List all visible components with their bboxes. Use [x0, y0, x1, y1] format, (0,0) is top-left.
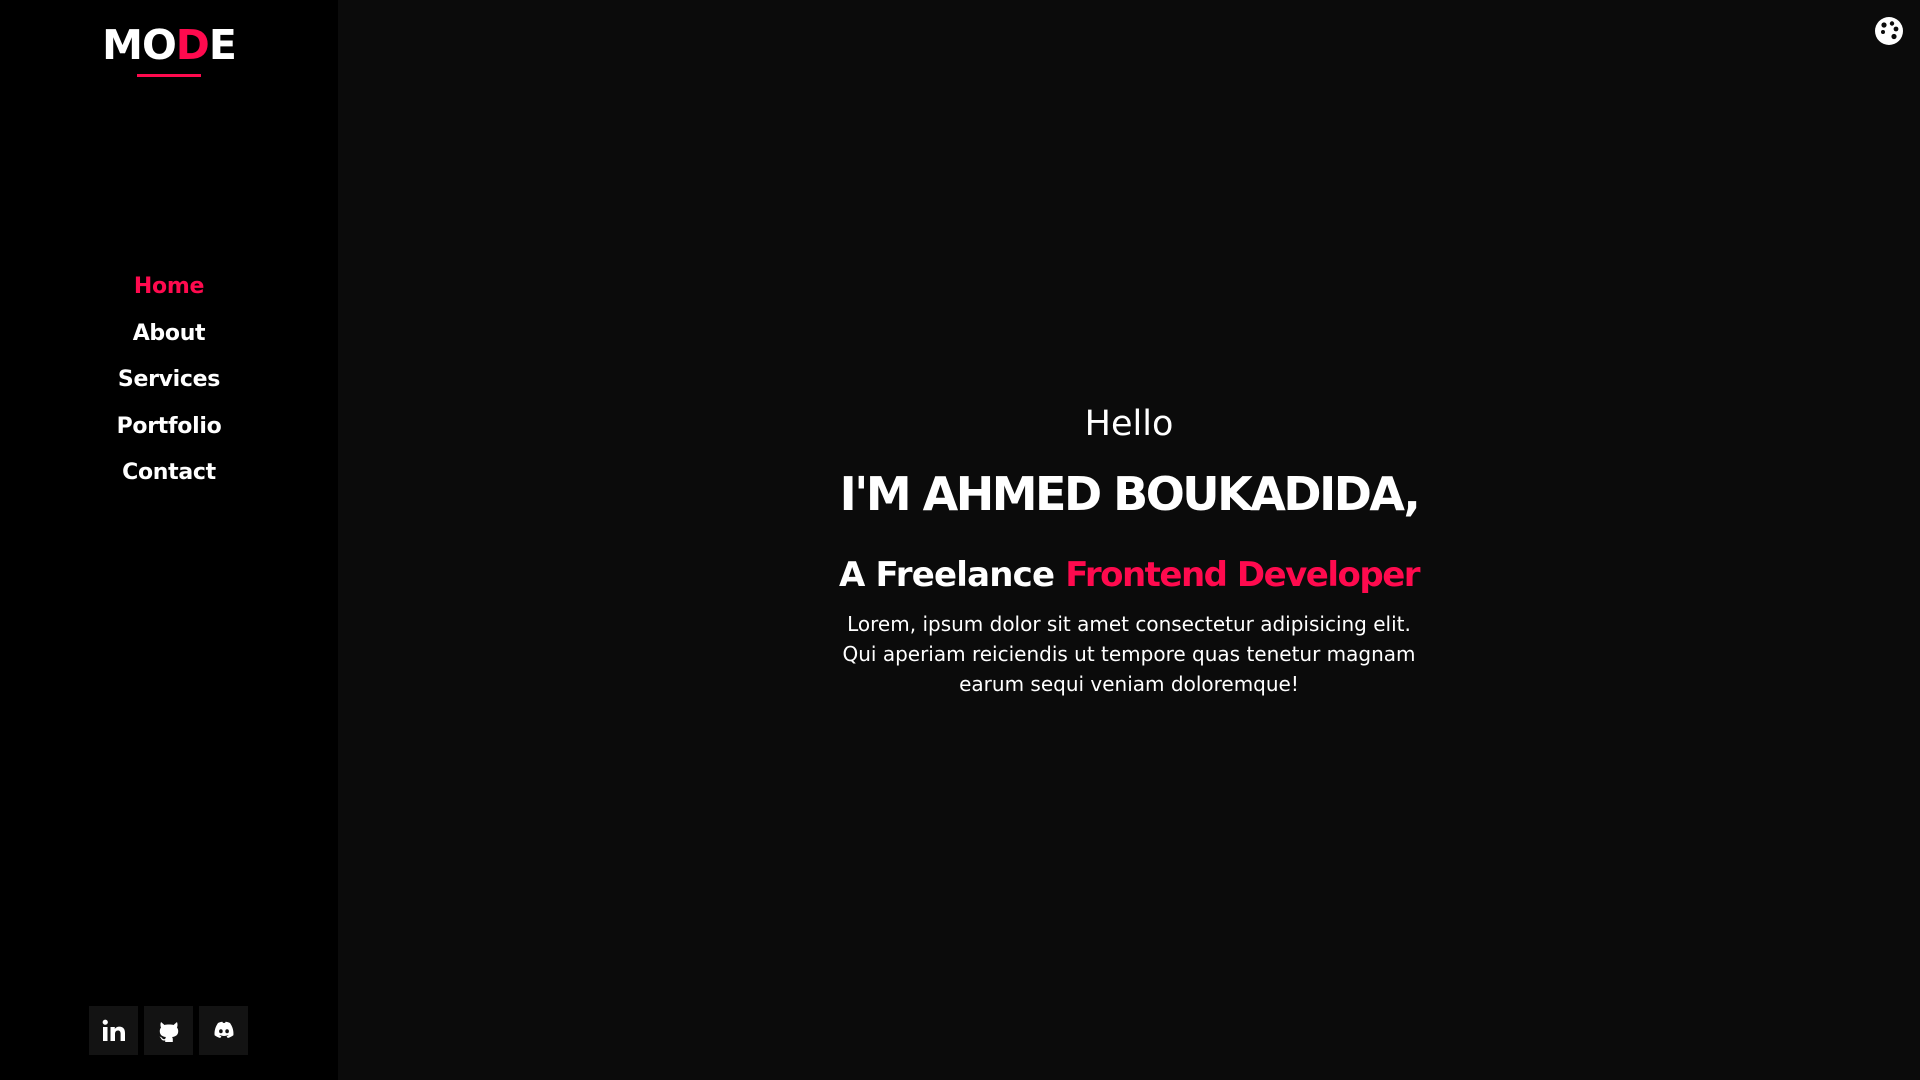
role-highlight: Frontend Developer [1065, 555, 1420, 595]
linkedin-icon [101, 1018, 127, 1044]
github-icon [157, 1019, 181, 1043]
main-nav: Home About Services Portfolio Contact [0, 268, 338, 501]
nav-item-home[interactable]: Home [0, 268, 338, 315]
nav-item-services[interactable]: Services [0, 361, 338, 408]
logo-underline [137, 74, 201, 77]
logo-text-end: E [208, 21, 237, 69]
logo-text-start: MO [102, 21, 177, 69]
discord-icon [211, 1020, 237, 1042]
nav-item-portfolio[interactable]: Portfolio [0, 408, 338, 455]
nav-item-about[interactable]: About [0, 315, 338, 362]
hero-name: I'M AHMED BOUKADIDA, [839, 467, 1421, 521]
linkedin-button[interactable] [89, 1006, 138, 1055]
logo-text-accent: D [175, 21, 210, 69]
logo[interactable]: MODE [0, 24, 338, 66]
hero-role: A Freelance Frontend Developer [338, 549, 1920, 601]
hero-description: Lorem, ipsum dolor sit amet consectetur … [842, 612, 1416, 696]
role-prefix: A Freelance [838, 555, 1066, 595]
hero-greeting: Hello [1084, 404, 1174, 444]
sidebar: MODE Home About Services Portfolio Conta… [0, 0, 338, 1080]
hero-section: Hello I'M AHMED BOUKADIDA, A Freelance F… [338, 0, 1920, 1080]
social-links [89, 1006, 248, 1055]
discord-button[interactable] [199, 1006, 248, 1055]
nav-item-contact[interactable]: Contact [0, 454, 338, 501]
github-button[interactable] [144, 1006, 193, 1055]
